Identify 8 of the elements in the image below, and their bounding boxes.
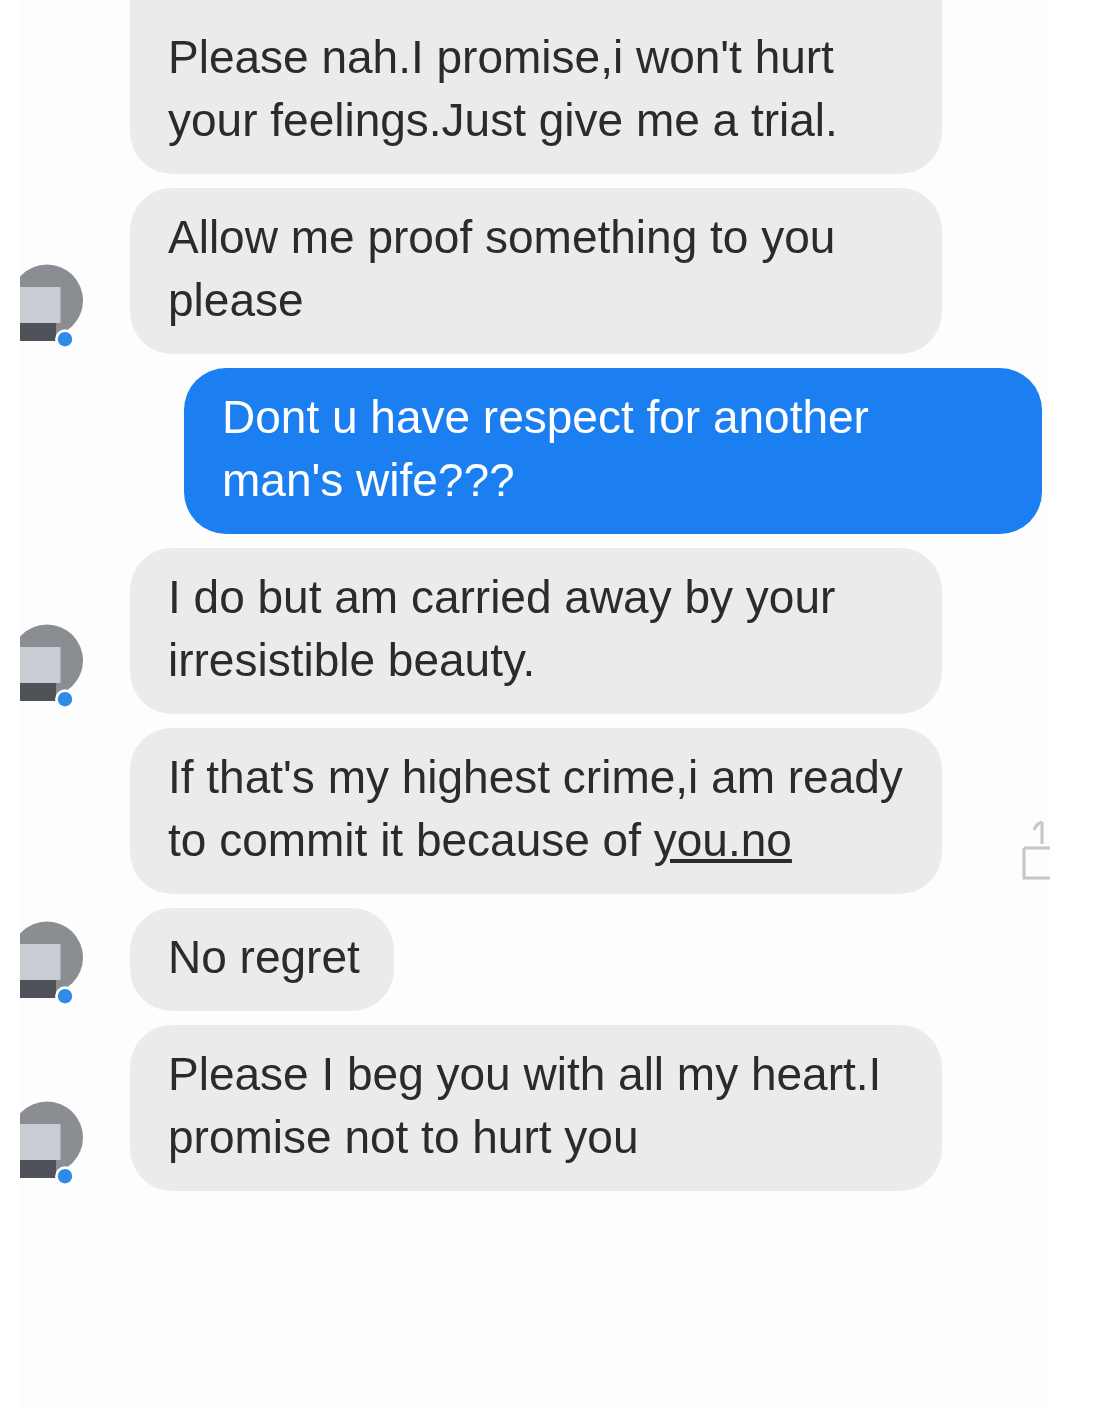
message-bubble: Allow me proof something to you please bbox=[130, 188, 942, 354]
message-bubble: Please I beg you with all my heart.I promise not to hurt you bbox=[130, 1025, 942, 1191]
message-link[interactable]: you.no bbox=[653, 814, 792, 866]
message-bubble: If that's my highest crime,i am ready to commit it because of you.no bbox=[130, 728, 942, 894]
message-bubble: Dont u have respect for another man's wife??? bbox=[184, 368, 1042, 534]
message-bubble: No regret bbox=[130, 908, 394, 1011]
message-bubble: Please nah.I promise,i won't hurt your feelings.Just give me a trial. bbox=[130, 0, 942, 174]
message-bubble: I do but am carried away by your irresistible beauty. bbox=[130, 548, 942, 714]
